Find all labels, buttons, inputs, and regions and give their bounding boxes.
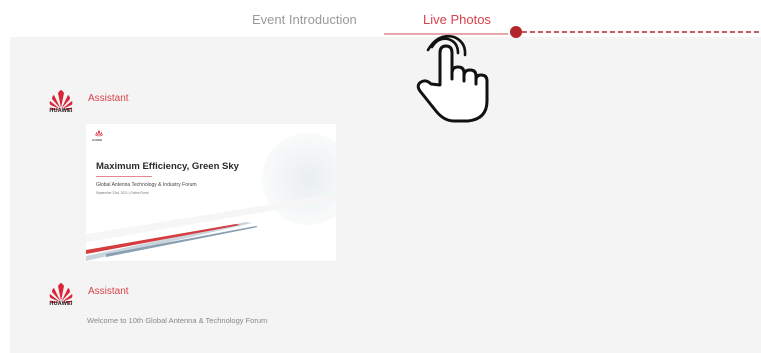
logo-wordmark: HUAWEI — [49, 301, 73, 307]
logo-wordmark: HUAWEI — [49, 108, 73, 114]
photo-title-rule — [96, 176, 152, 177]
photo-subtitle: Global Antenna Technology & Industry For… — [96, 182, 197, 188]
photo-logo-wordmark: HUAWEI — [92, 139, 102, 142]
message-text: Welcome to 10th Global Antenna & Technol… — [87, 316, 268, 325]
photo-date: September 23rd, 2021 | Online Event — [96, 191, 149, 195]
callout-line — [510, 26, 761, 38]
tab-event-introduction[interactable]: Event Introduction — [252, 12, 357, 27]
photo-title: Maximum Efficiency, Green Sky — [96, 161, 239, 172]
live-photo-thumbnail[interactable]: HUAWEI Maximum Efficiency, Green Sky Glo… — [86, 124, 336, 261]
sender-name: Assistant — [88, 93, 129, 104]
huawei-logo-icon — [95, 130, 103, 137]
tab-live-photos[interactable]: Live Photos — [423, 12, 491, 27]
hand-pointer-icon — [416, 35, 489, 123]
sender-name: Assistant — [88, 286, 129, 297]
